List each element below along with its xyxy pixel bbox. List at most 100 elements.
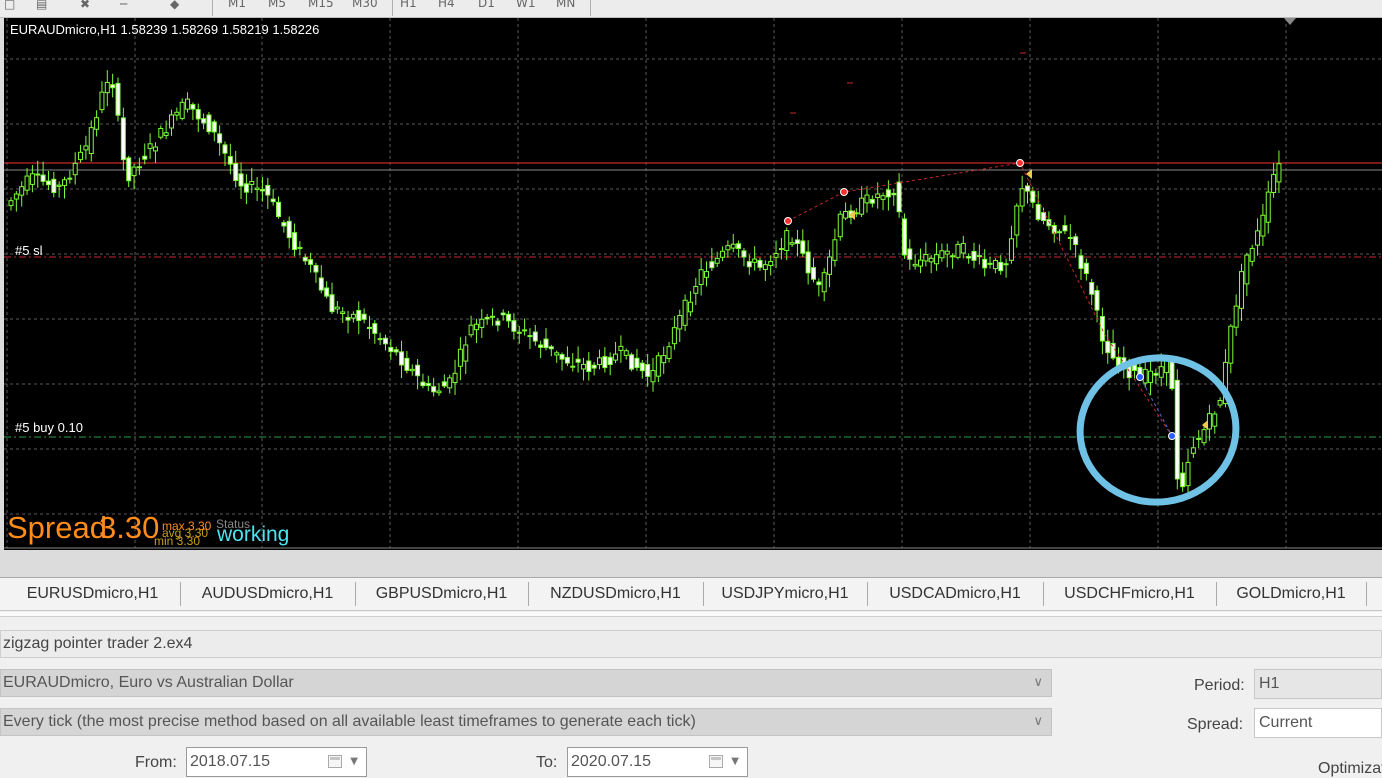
candle-body xyxy=(613,353,619,361)
candle-body xyxy=(623,350,629,356)
calendar-icon[interactable] xyxy=(328,755,342,768)
candle-body xyxy=(51,178,57,194)
candle-body xyxy=(859,197,865,215)
candle-body xyxy=(115,82,121,116)
candle-body xyxy=(94,117,100,130)
candle-body xyxy=(805,251,811,274)
candle-body xyxy=(944,250,950,255)
candle-body xyxy=(463,344,469,362)
tf-h1[interactable]: H1 xyxy=(400,0,417,10)
candle-body xyxy=(527,335,533,338)
tf-d1[interactable]: D1 xyxy=(478,0,495,10)
expert-select[interactable]: zigzag pointer trader 2.ex4 xyxy=(0,630,1382,658)
candle-body xyxy=(548,346,554,350)
tf-m1[interactable]: M1 xyxy=(228,0,246,10)
candle-body xyxy=(559,354,565,360)
candle-body xyxy=(773,253,779,258)
candle-body xyxy=(816,281,822,286)
to-date-field[interactable]: 2020.07.15 ▼ xyxy=(567,747,748,777)
from-date-field[interactable]: 2018.07.15 ▼ xyxy=(186,747,367,777)
candle-body xyxy=(966,255,972,259)
candle-body xyxy=(1030,190,1036,203)
tf-h4[interactable]: H4 xyxy=(438,0,455,10)
line-icon[interactable]: ─ xyxy=(120,0,127,11)
candle-body xyxy=(1201,429,1207,444)
buy-pointer xyxy=(1136,373,1144,381)
chevron-down-icon[interactable]: ▼ xyxy=(350,748,358,776)
candle-body xyxy=(811,267,816,280)
candle-body xyxy=(1190,447,1196,454)
candle-body xyxy=(950,255,956,258)
candle-body xyxy=(907,248,913,260)
candle-body xyxy=(281,222,287,227)
spread-value: 3.30 xyxy=(99,510,159,545)
candle-body xyxy=(741,250,747,258)
candle-body xyxy=(254,187,260,191)
candle-body xyxy=(308,259,314,265)
candle-body xyxy=(693,286,699,294)
tf-w1[interactable]: W1 xyxy=(516,0,536,10)
chart-toolbar: □ ▤ ✖ ─ ◆ M1 M5 M15 M30 H1 H4 D1 W1 MN xyxy=(0,0,1382,18)
candle-body xyxy=(420,381,426,387)
spread-field-label: Spread: xyxy=(1187,716,1244,733)
candle-body xyxy=(687,301,693,313)
tab-gbpusd[interactable]: GBPUSDmicro,H1 xyxy=(355,582,529,606)
tf-m15[interactable]: M15 xyxy=(308,0,334,10)
candle-body xyxy=(757,259,763,268)
candle-body xyxy=(206,114,212,133)
candle-body xyxy=(789,242,795,245)
toolbar-separator xyxy=(212,0,213,16)
candle-body xyxy=(1025,185,1030,192)
tab-usdchf[interactable]: USDCHFmicro,H1 xyxy=(1043,582,1217,606)
chevron-down-icon[interactable]: ▼ xyxy=(731,748,739,776)
candle-body xyxy=(110,84,116,89)
tab-gold[interactable]: GOLDmicro,H1 xyxy=(1216,582,1367,606)
price-chart[interactable]: 11 Jul 201811 Jul 18:0012 Jul 10:0013 Ju… xyxy=(4,18,1382,550)
optimization-checkbox-label[interactable]: Optimizat xyxy=(1318,760,1382,778)
candle-body xyxy=(388,346,394,353)
tf-mn[interactable]: MN xyxy=(556,0,575,10)
model-select[interactable]: Every tick (the most precise method base… xyxy=(0,708,1052,736)
candle-body xyxy=(249,180,255,185)
spread-select[interactable]: Current xyxy=(1254,708,1382,738)
candle-body xyxy=(468,324,474,336)
candle-body xyxy=(1233,305,1239,328)
candle-body xyxy=(163,132,169,136)
to-label: To: xyxy=(536,754,558,771)
zoom-icon[interactable]: □ xyxy=(4,0,15,11)
candle-body xyxy=(843,210,849,219)
candle-body xyxy=(1148,370,1154,383)
arrow-icon[interactable]: ◆ xyxy=(170,0,179,11)
chart-window: 11 Jul 201811 Jul 18:0012 Jul 10:0013 Ju… xyxy=(0,18,1382,577)
chart-icon[interactable]: ▤ xyxy=(36,0,47,11)
model-value: Every tick (the most precise method base… xyxy=(3,713,696,730)
spread-label: Spread xyxy=(7,510,107,545)
template-icon[interactable]: ✖ xyxy=(80,0,90,11)
symbol-select[interactable]: EURAUDmicro, Euro vs Australian Dollar ∨ xyxy=(0,669,1052,697)
candle-body xyxy=(1180,472,1186,488)
period-value: H1 xyxy=(1259,675,1280,692)
candle-body xyxy=(259,189,265,192)
candle-body xyxy=(222,144,228,154)
candle-body xyxy=(372,323,378,334)
candle-body xyxy=(185,98,191,110)
candle-body xyxy=(784,230,790,251)
candle-body xyxy=(1276,163,1282,183)
tab-eurusd[interactable]: EURUSDmicro,H1 xyxy=(5,582,181,606)
candle-body xyxy=(1249,247,1255,262)
tf-m5[interactable]: M5 xyxy=(268,0,286,10)
calendar-icon[interactable] xyxy=(709,755,723,768)
candle-body xyxy=(313,265,319,273)
candle-body xyxy=(1083,262,1089,274)
tab-nzdusd[interactable]: NZDUSDmicro,H1 xyxy=(528,582,704,606)
tab-usdjpy[interactable]: USDJPYmicro,H1 xyxy=(703,582,868,606)
candle-body xyxy=(1046,219,1052,227)
candle-body xyxy=(655,355,661,377)
tf-m30[interactable]: M30 xyxy=(352,0,378,10)
tab-audusd[interactable]: AUDUSDmicro,H1 xyxy=(180,582,356,606)
tab-usdcad[interactable]: USDCADmicro,H1 xyxy=(867,582,1044,606)
period-select[interactable]: H1 xyxy=(1254,669,1382,699)
candle-body xyxy=(195,109,201,120)
candle-body xyxy=(67,177,73,180)
candle-body xyxy=(329,294,335,313)
